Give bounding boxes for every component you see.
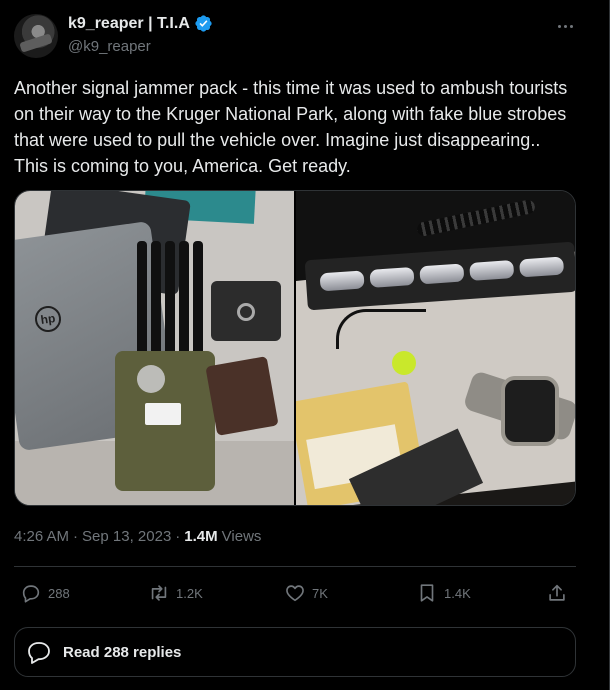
photo-strobe-lights[interactable] — [296, 191, 575, 505]
heart-icon — [286, 585, 304, 602]
reply-button[interactable]: 288 — [20, 578, 70, 608]
like-count: 7K — [312, 585, 328, 601]
author-name-row[interactable]: k9_reaper | T.I.A — [68, 14, 213, 33]
action-bar: 288 1.2K 7K 1.4K — [14, 578, 576, 608]
tweet-card: k9_reaper | T.I.A @k9_reaper Another sig… — [0, 0, 610, 690]
display-name[interactable]: k9_reaper | T.I.A — [68, 15, 190, 33]
reply-icon — [22, 585, 40, 603]
tweet-meta: 4:26 AM · Sep 13, 2023 · 1.4M Views — [14, 528, 261, 545]
verified-badge-icon — [195, 15, 212, 32]
bookmark-count: 1.4K — [444, 585, 471, 601]
tweet-text: Another signal jammer pack - this time i… — [14, 78, 568, 176]
reply-count: 288 — [48, 585, 70, 601]
meta-separator: · — [175, 528, 181, 545]
like-button[interactable]: 7K — [284, 578, 328, 608]
avatar[interactable] — [14, 14, 58, 58]
retweet-icon — [151, 585, 167, 601]
speech-bubble-icon — [28, 642, 50, 664]
photo-jammer-pack[interactable]: hp — [15, 191, 294, 505]
handle[interactable]: @k9_reaper — [68, 38, 151, 55]
share-icon — [549, 584, 565, 601]
views-count: 1.4M — [184, 528, 218, 545]
read-replies-button[interactable]: Read 288 replies — [14, 627, 576, 677]
read-replies-label: Read 288 replies — [63, 643, 182, 661]
views-label: Views — [221, 528, 262, 545]
timestamp-time[interactable]: 4:26 AM — [14, 528, 69, 545]
bookmark-icon — [420, 584, 434, 602]
more-horizontal-icon[interactable] — [553, 16, 577, 36]
retweet-button[interactable]: 1.2K — [148, 578, 203, 608]
share-button[interactable] — [546, 578, 568, 608]
divider — [14, 566, 576, 567]
bookmark-button[interactable]: 1.4K — [416, 578, 471, 608]
timestamp-date[interactable]: Sep 13, 2023 — [82, 528, 171, 545]
media-grid: hp — [14, 190, 576, 506]
retweet-count: 1.2K — [176, 585, 203, 601]
meta-separator: · — [73, 528, 79, 545]
